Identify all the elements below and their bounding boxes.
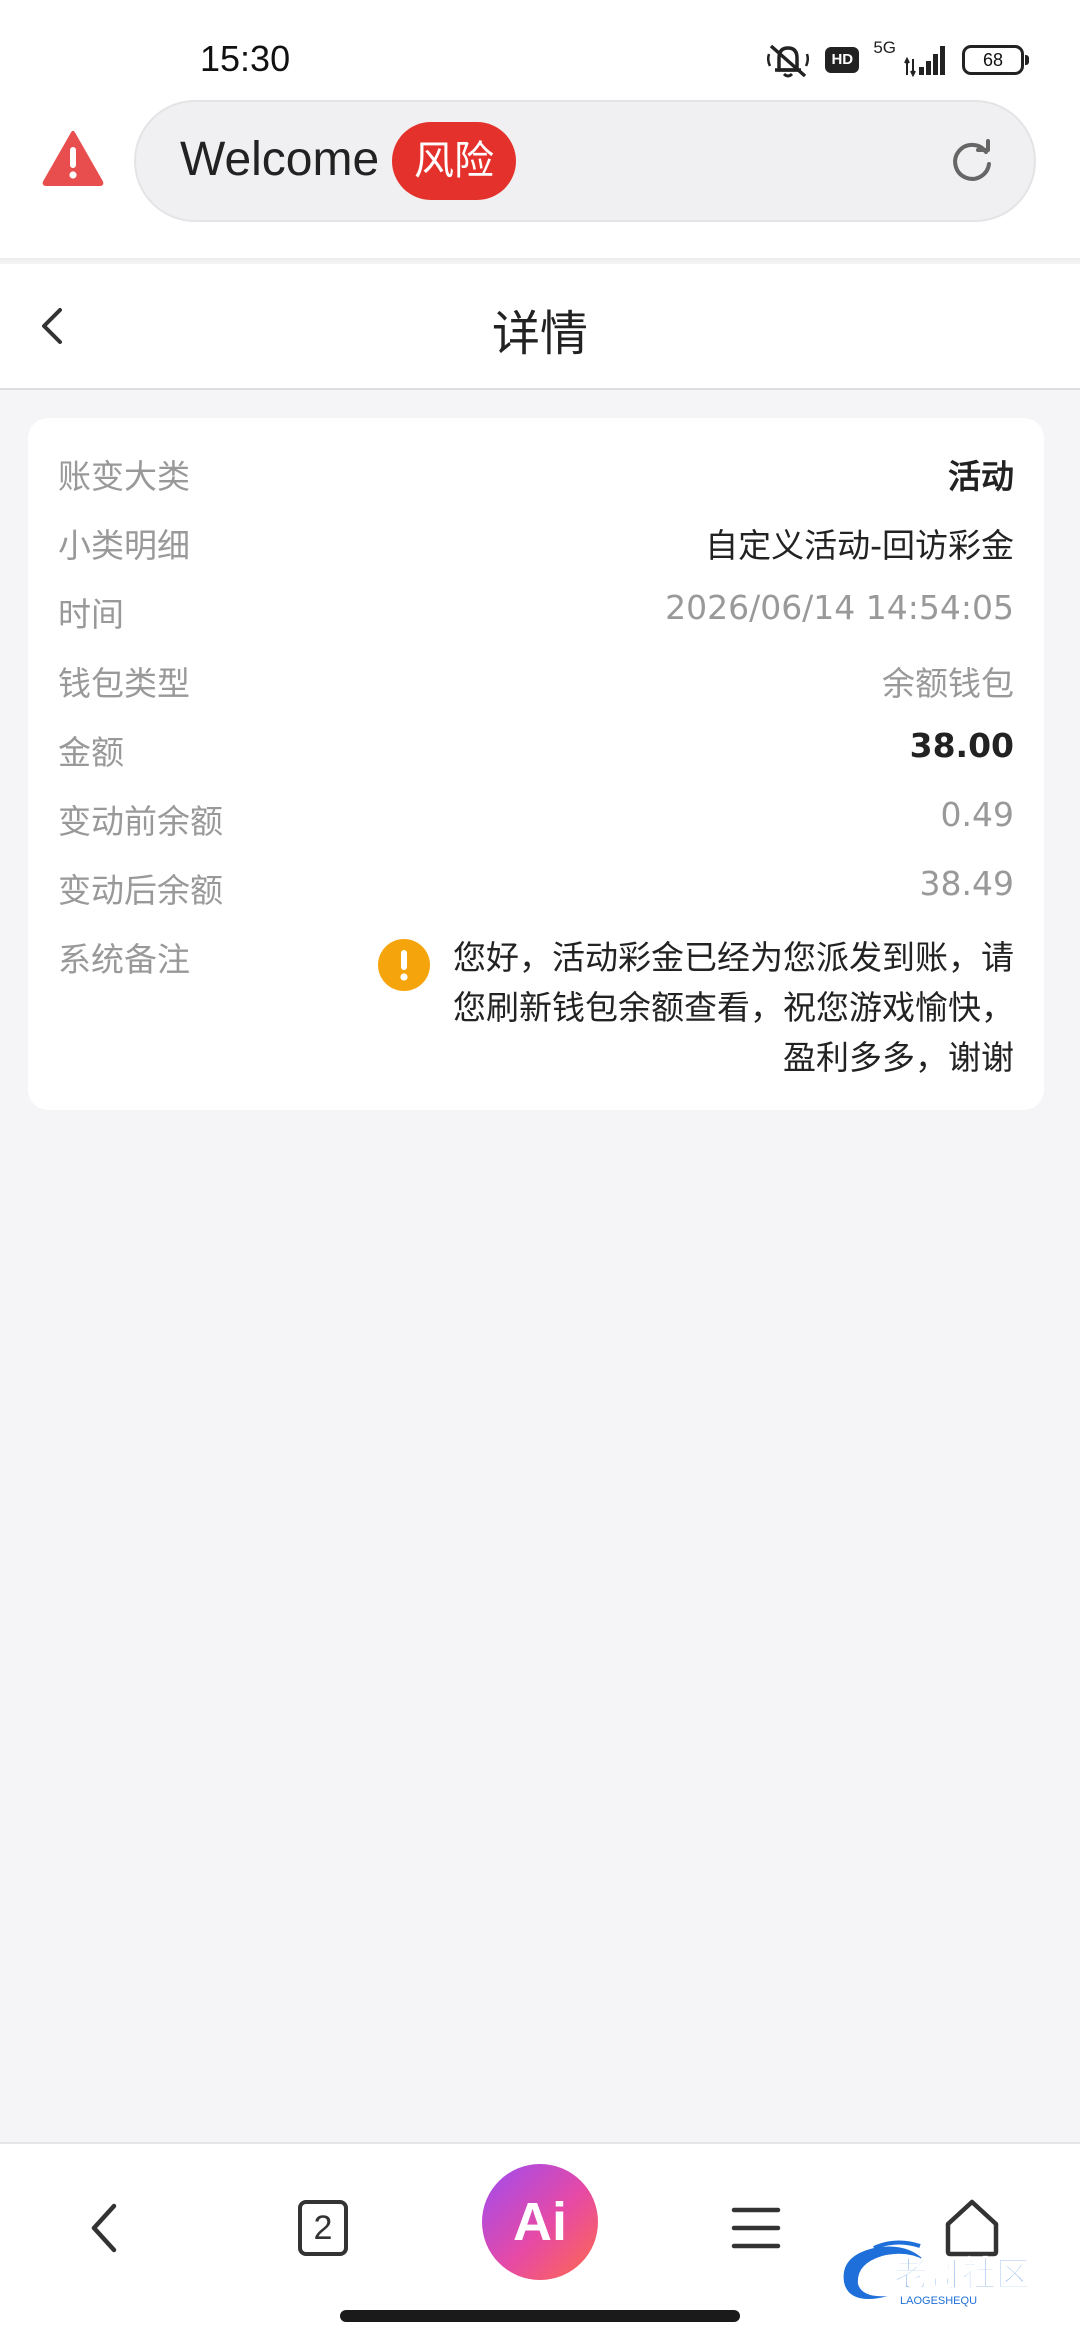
detail-row-balance-after: 变动后余额 38.49 <box>58 854 1014 914</box>
status-icons: HD 5G 68 <box>765 38 1029 80</box>
detail-card: 账变大类 活动 小类明细 自定义活动-回访彩金 时间 2026/06/14 14… <box>28 418 1044 1110</box>
detail-value: 38.00 <box>909 726 1014 765</box>
detail-row-amount: 金额 38.00 <box>58 716 1014 776</box>
page-title: 详情 <box>491 306 588 362</box>
browser-chrome: 15:30 HD 5G 68 Welcome 风险 <box>0 0 1080 262</box>
detail-value: 自定义活动-回访彩金 <box>705 526 1014 565</box>
detail-label: 钱包类型 <box>58 664 190 703</box>
detail-row-wallet-type: 钱包类型 余额钱包 <box>58 647 1014 707</box>
detail-row-balance-before: 变动前余额 0.49 <box>58 785 1014 845</box>
detail-value: 0.49 <box>940 795 1014 834</box>
url-text[interactable]: Welcome <box>180 132 379 187</box>
address-bar[interactable]: Welcome 风险 <box>134 100 1036 222</box>
detail-value: 2026/06/14 14:54:05 <box>665 588 1014 627</box>
app-screen: 15:30 HD 5G 68 Welcome 风险 详情 账变大类 活动 小类明… <box>0 0 1080 2340</box>
detail-label: 时间 <box>58 595 124 634</box>
detail-value: 余额钱包 <box>882 664 1014 703</box>
tabs-button[interactable]: 2 <box>284 2188 364 2268</box>
status-time: 15:30 <box>200 38 291 79</box>
detail-row-system-note: 系统备注 您好，活动彩金已经为您派发到账，请您刷新钱包余额查看，祝您游戏愉快，盈… <box>58 923 1014 1093</box>
detail-row-time: 时间 2026/06/14 14:54:05 <box>58 578 1014 638</box>
network-type: 5G <box>873 38 896 57</box>
ai-assistant-button[interactable]: Ai <box>482 2164 598 2280</box>
signal-icon <box>904 46 945 77</box>
watermark-subtext: LAOGESHEQU <box>900 2295 977 2307</box>
home-indicator[interactable] <box>340 2310 740 2322</box>
nav-back-icon[interactable] <box>66 2188 146 2268</box>
refresh-icon[interactable] <box>948 138 996 186</box>
detail-label: 系统备注 <box>58 940 190 979</box>
detail-label: 小类明细 <box>58 526 190 565</box>
detail-value: 活动 <box>948 457 1014 496</box>
mute-icon <box>767 44 810 78</box>
detail-row-category: 账变大类 活动 <box>58 440 1014 500</box>
status-bar: 15:30 HD 5G 68 <box>0 0 1080 100</box>
tab-count: 2 <box>298 2200 348 2256</box>
risk-badge: 风险 <box>392 122 516 200</box>
detail-label: 账变大类 <box>58 457 190 496</box>
watermark-text: 老哥社区 <box>894 2255 1030 2295</box>
exclamation-icon <box>378 939 430 991</box>
system-note-text: 您好，活动彩金已经为您派发到账，请您刷新钱包余额查看，祝您游戏愉快，盈利多多，谢… <box>453 938 1014 1077</box>
detail-label: 变动后余额 <box>58 871 223 910</box>
detail-row-subcategory: 小类明细 自定义活动-回访彩金 <box>58 509 1014 569</box>
detail-label: 变动前余额 <box>58 802 223 841</box>
hd-badge: HD <box>825 47 860 73</box>
watermark-logo: 老哥社区 LAOGESHEQU <box>843 2240 1031 2307</box>
battery-indicator: 68 <box>962 45 1029 75</box>
page-header: 详情 <box>0 264 1080 390</box>
warning-triangle-icon[interactable] <box>42 130 104 186</box>
detail-label: 金额 <box>58 733 124 772</box>
menu-icon[interactable] <box>716 2188 796 2268</box>
detail-value: 38.49 <box>919 864 1014 903</box>
